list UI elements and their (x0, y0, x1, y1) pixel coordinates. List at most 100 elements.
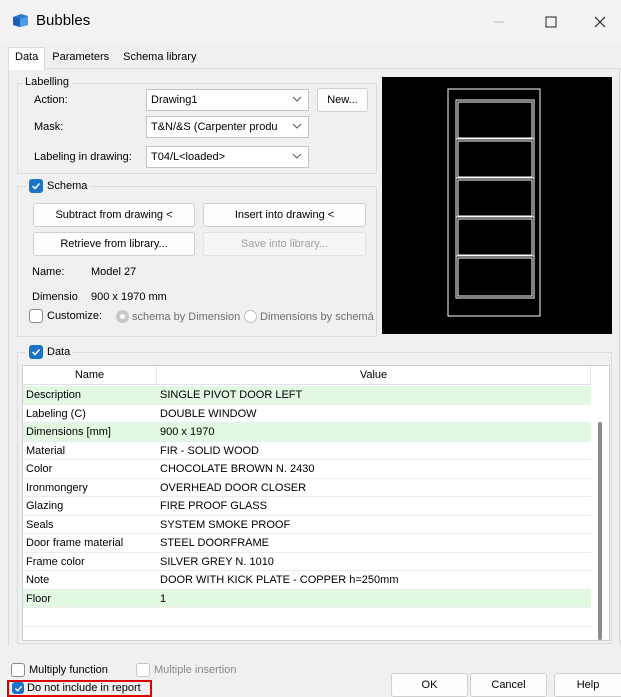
row-value-cell[interactable]: 1 (157, 590, 591, 608)
row-value-cell[interactable]: OVERHEAD DOOR CLOSER (157, 479, 591, 497)
row-name-cell: Door frame material (26, 537, 124, 549)
maximize-icon (545, 16, 557, 28)
maximize-button[interactable] (528, 8, 574, 36)
row-name-cell: Seals (26, 518, 54, 531)
app-icon (12, 13, 29, 28)
dimensions-by-schema-option[interactable]: Dimensions by schemá (244, 310, 374, 323)
schema-by-dimension-option[interactable]: schema by Dimension (116, 310, 240, 323)
row-value-cell[interactable]: DOOR WITH KICK PLATE - COPPER h=250mm (157, 571, 591, 589)
help-button[interactable]: Help (554, 673, 621, 697)
ok-button[interactable]: OK (391, 673, 468, 697)
data-group-header: Data (26, 345, 74, 359)
row-name-cell: Color (26, 463, 53, 475)
table-row[interactable]: Color CHOCOLATE BROWN N. 2430 (23, 460, 591, 479)
table-row[interactable]: Door frame material STEEL DOORFRAME (23, 534, 591, 553)
row-value-cell[interactable]: SYSTEM SMOKE PROOF (157, 516, 591, 534)
table-header: Name Value (23, 366, 591, 385)
table-row-empty[interactable] (23, 627, 591, 641)
chevron-down-icon (292, 123, 302, 129)
insert-into-drawing-button[interactable]: Insert into drawing < (203, 203, 366, 227)
row-name-cell: Floor (26, 592, 52, 605)
table-row[interactable]: Note DOOR WITH KICK PLATE - COPPER h=250m… (23, 571, 591, 590)
schema-checkbox[interactable] (29, 179, 43, 193)
multiple-insertion-checkbox[interactable] (136, 663, 150, 677)
row-name-cell: Glazing (26, 500, 64, 512)
action-label: Action: (34, 94, 68, 106)
table-row-empty[interactable] (23, 608, 591, 627)
multiply-function-option[interactable]: Multiply function (11, 663, 108, 677)
labelling-group-title: Labelling (22, 76, 73, 88)
tab-schema-library[interactable]: Schema library (116, 47, 203, 68)
table-row[interactable]: Ironmongery OVERHEAD DOOR CLOSER (23, 479, 591, 497)
scrollbar-thumb[interactable] (598, 422, 602, 640)
chevron-down-icon (292, 96, 302, 102)
multiple-insertion-label: Multiple insertion (154, 664, 237, 676)
customize-label: Customize: (47, 310, 103, 322)
subtract-from-drawing-button[interactable]: Subtract from drawing < (33, 203, 195, 227)
table-row[interactable]: Labeling (C) DOUBLE WINDOW (23, 405, 591, 423)
labeling-in-drawing-select[interactable]: T04/L<loaded> (146, 146, 309, 168)
table-row[interactable]: Floor 1 (23, 589, 591, 608)
schema-name-label: Name: (32, 266, 65, 278)
action-select[interactable]: Drawing1 (146, 89, 309, 111)
mask-select[interactable]: T&N/&S (Carpenter produ (146, 116, 309, 138)
table-scrollbar[interactable] (591, 385, 609, 640)
tab-parameters[interactable]: Parameters (45, 47, 116, 68)
schema-preview (382, 77, 612, 334)
row-value-cell[interactable]: SINGLE PIVOT DOOR LEFT (157, 386, 591, 404)
minimize-button[interactable] (476, 8, 522, 36)
row-name-cell: Labeling (C) (26, 407, 86, 420)
schema-group-title: Schema (47, 180, 88, 192)
tab-data[interactable]: Data (8, 47, 46, 70)
window-title: Bubbles (36, 12, 91, 29)
row-value-cell[interactable]: SILVER GREY N. 1010 (157, 553, 591, 571)
action-select-value: Drawing1 (151, 94, 198, 106)
data-checkbox[interactable] (29, 345, 43, 359)
mask-select-value: T&N/&S (Carpenter produ (151, 121, 278, 133)
do-not-include-label: Do not include in report (27, 682, 141, 694)
mask-label: Mask: (34, 121, 64, 133)
table-row[interactable]: Material FIR - SOLID WOOD (23, 442, 591, 460)
row-value-cell[interactable]: 900 x 1970 (157, 423, 591, 441)
retrieve-from-library-button[interactable]: Retrieve from library... (33, 232, 195, 256)
cancel-button[interactable]: Cancel (470, 673, 547, 697)
column-header-name[interactable]: Name (23, 366, 157, 384)
column-header-value[interactable]: Value (157, 366, 591, 384)
table-row[interactable]: Frame color SILVER GREY N. 1010 (23, 553, 591, 571)
do-not-include-checkbox[interactable] (12, 682, 24, 694)
schema-by-dimension-radio[interactable] (116, 310, 129, 323)
row-value-cell[interactable]: CHOCOLATE BROWN N. 2430 (157, 460, 591, 478)
multiply-function-checkbox[interactable] (11, 663, 25, 677)
labeling-in-drawing-label: Labeling in drawing: (34, 151, 132, 163)
dimensions-by-schema-radio[interactable] (244, 310, 257, 323)
row-name-cell: Ironmongery (26, 481, 88, 494)
close-icon (594, 16, 606, 28)
new-button[interactable]: New... (317, 88, 368, 112)
labeling-in-drawing-value: T04/L<loaded> (151, 151, 226, 163)
check-icon (31, 182, 41, 190)
row-value-cell[interactable]: FIR - SOLID WOOD (157, 442, 591, 460)
table-row[interactable]: Seals SYSTEM SMOKE PROOF (23, 516, 591, 534)
row-name-cell: Note (26, 574, 50, 586)
do-not-include-option[interactable]: Do not include in report (12, 682, 141, 694)
table-row[interactable]: Dimensions [mm] 900 x 1970 (23, 423, 591, 442)
multiple-insertion-option[interactable]: Multiple insertion (136, 663, 237, 677)
schema-by-dimension-label: schema by Dimension (132, 310, 241, 323)
row-name-cell: Description (26, 389, 82, 401)
row-value-cell[interactable]: DOUBLE WINDOW (157, 405, 591, 423)
row-value-cell[interactable]: FIRE PROOF GLASS (157, 497, 591, 515)
save-into-library-button[interactable]: Save into library... (203, 232, 366, 256)
table-row[interactable]: Glazing FIRE PROOF GLASS (23, 497, 591, 516)
table-row[interactable]: Description SINGLE PIVOT DOOR LEFT (23, 386, 591, 405)
row-value-cell[interactable]: STEEL DOORFRAME (157, 534, 591, 552)
customize-option[interactable]: Customize: (29, 309, 102, 323)
minimize-icon (494, 21, 504, 23)
schema-name-value: Model 27 (91, 266, 137, 278)
close-button[interactable] (577, 8, 621, 36)
row-name-cell: Dimensions [mm] (26, 426, 111, 438)
row-name-cell: Frame color (26, 555, 85, 568)
customize-checkbox[interactable] (29, 309, 43, 323)
schema-group-header: Schema (26, 179, 91, 193)
multiply-function-label: Multiply function (29, 664, 108, 676)
dimensions-by-schema-label: Dimensions by schemá (260, 310, 374, 323)
